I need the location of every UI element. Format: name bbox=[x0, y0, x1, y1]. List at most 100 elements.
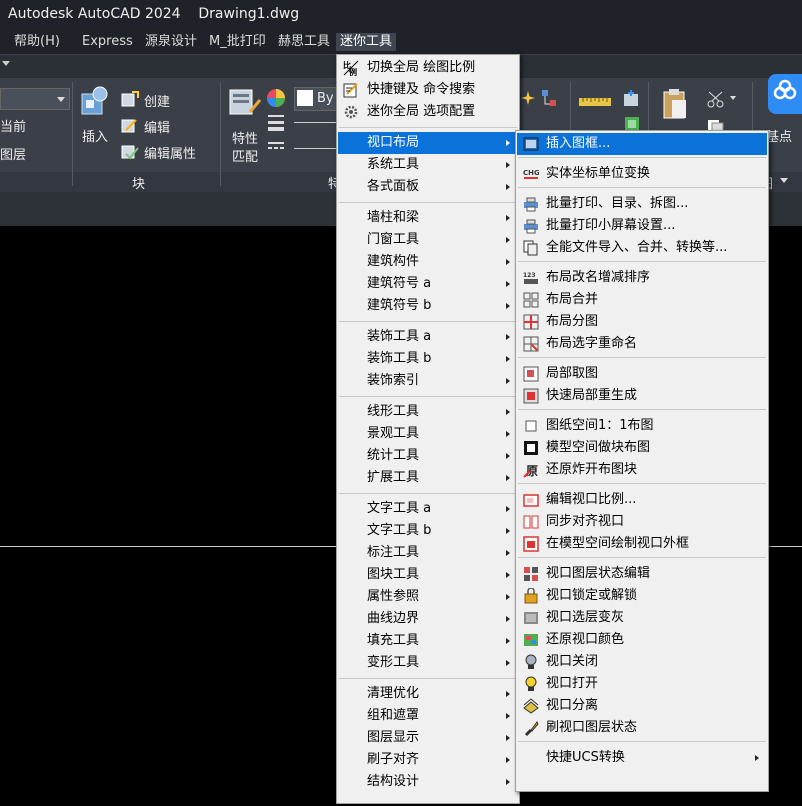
menu-item-top-1[interactable]: 快捷键及 命令搜索 bbox=[338, 79, 518, 101]
menu-item-3-3[interactable]: 扩展工具 bbox=[338, 467, 518, 489]
linetype-preview[interactable] bbox=[294, 148, 338, 149]
clipboard-icon[interactable] bbox=[660, 88, 690, 122]
ruler-icon[interactable] bbox=[578, 96, 612, 108]
menu-item-4-2[interactable]: 标注工具 bbox=[338, 542, 518, 564]
submenu-item-label: 布局改名增减排序 bbox=[546, 270, 651, 285]
chevron-down-icon[interactable] bbox=[57, 97, 65, 102]
layer-merge-icon[interactable] bbox=[622, 88, 642, 110]
menu-item-4-4[interactable]: 属性参照 bbox=[338, 586, 518, 608]
menu-mini-tools[interactable]: 迷你工具 bbox=[336, 33, 397, 51]
submenu-item-7-1[interactable]: 视口锁定或解锁 bbox=[517, 585, 767, 607]
block-panel-title[interactable]: 块 bbox=[132, 173, 145, 192]
props-label-1[interactable]: 特性 bbox=[232, 128, 258, 147]
menu-item-top-0[interactable]: 比例切换全局 绘图比例 bbox=[338, 57, 518, 79]
submenu-item-7-3[interactable]: 还原视口颜色 bbox=[517, 629, 767, 651]
cut-icon[interactable] bbox=[706, 90, 726, 108]
menu-item-0-1[interactable]: 系统工具 bbox=[338, 154, 518, 176]
menu-separator bbox=[339, 321, 517, 322]
submenu-item-6-2[interactable]: 在模型空间绘制视口外框 bbox=[517, 533, 767, 555]
submenu-item-0-0[interactable]: 插入图框... bbox=[517, 133, 767, 155]
submenu-item-7-0[interactable]: 视口图层状态编辑 bbox=[517, 563, 767, 585]
color-combo[interactable]: By bbox=[294, 87, 340, 111]
linetype-icon[interactable] bbox=[266, 138, 286, 158]
submenu-item-2-1[interactable]: 批量打印小屏幕设置... bbox=[517, 215, 767, 237]
menu-help[interactable]: 帮助(H) bbox=[10, 33, 64, 51]
lineweight-preview[interactable] bbox=[294, 122, 338, 123]
edit-attribute-icon[interactable] bbox=[120, 142, 140, 160]
menu-item-4-6[interactable]: 填充工具 bbox=[338, 630, 518, 652]
edit-attribute-label[interactable]: 编辑属性 bbox=[144, 143, 196, 162]
lineweight-icon[interactable] bbox=[266, 112, 286, 132]
submenu-item-6-0[interactable]: 编辑视口比例... bbox=[517, 489, 767, 511]
create-block-label[interactable]: 创建 bbox=[144, 91, 170, 110]
menu-item-3-1[interactable]: 景观工具 bbox=[338, 423, 518, 445]
menu-express[interactable]: Express bbox=[78, 33, 137, 51]
menu-item-4-0[interactable]: 文字工具 a bbox=[338, 498, 518, 520]
menu-item-top-2[interactable]: 迷你全局 选项配置 bbox=[338, 101, 518, 123]
color-wheel-icon[interactable] bbox=[266, 88, 286, 108]
submenu-item-5-2[interactable]: 原还原炸开布图块 bbox=[517, 459, 767, 481]
submenu-item-label: 全能文件导入、合并、转换等... bbox=[546, 240, 728, 255]
basepoint-label[interactable]: 基点 bbox=[766, 126, 792, 145]
menu-item-3-2[interactable]: 统计工具 bbox=[338, 445, 518, 467]
menu-item-1-1[interactable]: 门窗工具 bbox=[338, 229, 518, 251]
menu-item-5-1[interactable]: 组和遮罩 bbox=[338, 705, 518, 727]
submenu-item-3-3[interactable]: 布局选字重命名 bbox=[517, 333, 767, 355]
edit-block-label[interactable]: 编辑 bbox=[144, 117, 170, 136]
submenu-item-7-7[interactable]: 刷视口图层状态 bbox=[517, 717, 767, 739]
submenu-item-4-1[interactable]: 快速局部重生成 bbox=[517, 385, 767, 407]
edit-block-icon[interactable] bbox=[120, 116, 140, 134]
menu-item-4-5[interactable]: 曲线边界 bbox=[338, 608, 518, 630]
insert-block-icon[interactable] bbox=[78, 84, 114, 120]
chevron-down-icon[interactable] bbox=[780, 178, 788, 183]
menu-item-5-4[interactable]: 结构设计 bbox=[338, 771, 518, 793]
menu-item-0-2[interactable]: 各式面板 bbox=[338, 176, 518, 198]
tree-icon[interactable] bbox=[540, 88, 558, 110]
submenu-item-5-1[interactable]: 模型空间做块布图 bbox=[517, 437, 767, 459]
menu-item-3-0[interactable]: 线形工具 bbox=[338, 401, 518, 423]
layer-label[interactable]: 图层 bbox=[0, 144, 26, 163]
menu-item-4-7[interactable]: 变形工具 bbox=[338, 652, 518, 674]
insert-label[interactable]: 插入 bbox=[82, 126, 108, 145]
submenu-item-3-1[interactable]: 布局合并 bbox=[517, 289, 767, 311]
menu-hesi-tools[interactable]: 赫思工具 bbox=[274, 33, 334, 51]
menu-item-1-2[interactable]: 建筑构件 bbox=[338, 251, 518, 273]
chevron-down-icon[interactable] bbox=[730, 96, 736, 100]
submenu-item-label: 快捷UCS转换 bbox=[546, 750, 625, 765]
submenu-item-1-0[interactable]: CHG 实体坐标单位变换 bbox=[517, 163, 767, 185]
chevron-down-icon[interactable] bbox=[2, 61, 10, 66]
menu-m-batch-print[interactable]: M_批打印 bbox=[205, 33, 270, 51]
match-properties-icon[interactable] bbox=[228, 86, 262, 120]
layer-current-label[interactable]: 当前 bbox=[0, 116, 26, 135]
menu-item-1-4[interactable]: 建筑符号 b bbox=[338, 295, 518, 317]
menu-item-2-1[interactable]: 装饰工具 b bbox=[338, 348, 518, 370]
submenu-item-3-2[interactable]: 布局分图 bbox=[517, 311, 767, 333]
submenu-item-2-2[interactable]: 全能文件导入、合并、转换等... bbox=[517, 237, 767, 259]
submenu-item-3-0[interactable]: 123 布局改名增减排序 bbox=[517, 267, 767, 289]
layer-combo[interactable] bbox=[0, 88, 70, 110]
menu-item-2-2[interactable]: 装饰索引 bbox=[338, 370, 518, 392]
menu-item-5-2[interactable]: 图层显示 bbox=[338, 727, 518, 749]
menu-item-2-0[interactable]: 装饰工具 a bbox=[338, 326, 518, 348]
menu-item-1-3[interactable]: 建筑符号 a bbox=[338, 273, 518, 295]
sparkle-icon[interactable] bbox=[520, 90, 536, 106]
submenu-item-2-0[interactable]: 批量打印、目录、拆图... bbox=[517, 193, 767, 215]
submenu-item-7-4[interactable]: 视口关闭 bbox=[517, 651, 767, 673]
menu-item-1-0[interactable]: 墙柱和梁 bbox=[338, 207, 518, 229]
create-block-icon[interactable] bbox=[120, 90, 140, 108]
baidu-cloud-badge[interactable] bbox=[768, 74, 802, 114]
menu-item-5-0[interactable]: 清理优化 bbox=[338, 683, 518, 705]
submenu-item-7-5[interactable]: 视口打开 bbox=[517, 673, 767, 695]
menu-item-4-3[interactable]: 图块工具 bbox=[338, 564, 518, 586]
submenu-item-7-6[interactable]: 视口分离 bbox=[517, 695, 767, 717]
submenu-item-4-0[interactable]: 局部取图 bbox=[517, 363, 767, 385]
props-label-2[interactable]: 匹配 bbox=[232, 146, 258, 165]
submenu-item-6-1[interactable]: 同步对齐视口 bbox=[517, 511, 767, 533]
menu-item-0-0[interactable]: 视口布局 bbox=[338, 132, 518, 154]
submenu-item-8-0[interactable]: 快捷UCS转换 bbox=[517, 747, 767, 769]
submenu-item-5-0[interactable]: 图纸空间1：1布图 bbox=[517, 415, 767, 437]
menu-yuanquan[interactable]: 源泉设计 bbox=[141, 33, 201, 51]
submenu-item-7-2[interactable]: 视口选层变灰 bbox=[517, 607, 767, 629]
menu-item-5-3[interactable]: 刷子对齐 bbox=[338, 749, 518, 771]
menu-item-4-1[interactable]: 文字工具 b bbox=[338, 520, 518, 542]
